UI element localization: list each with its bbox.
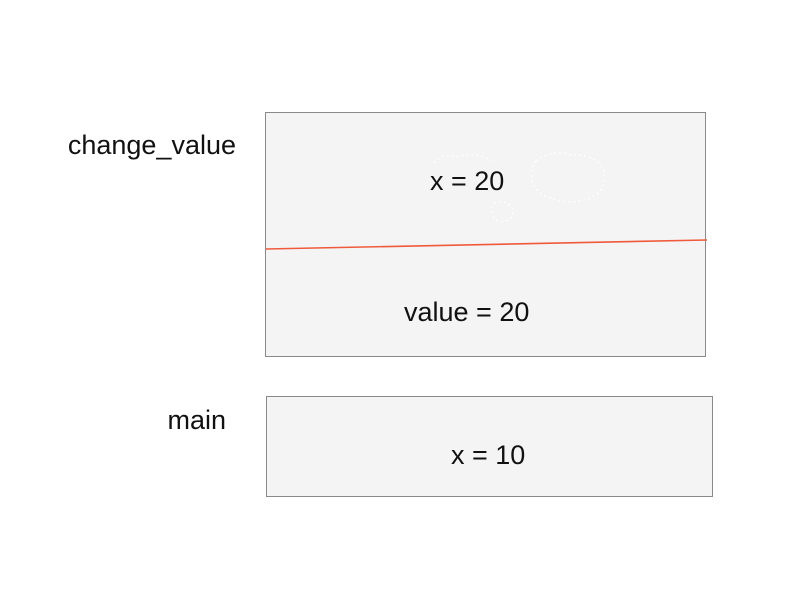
stack-frame-main: x = 10 — [266, 396, 713, 497]
stack-frame-change-value: x = 20 value = 20 — [265, 112, 707, 357]
frame-label-main: main — [167, 405, 226, 435]
frame-label-change-value: change_value — [67, 130, 236, 160]
variable-x-change-value: x = 20 — [430, 166, 505, 196]
variable-x-main: x = 10 — [451, 440, 526, 470]
variable-value-change-value: value = 20 — [404, 297, 530, 327]
